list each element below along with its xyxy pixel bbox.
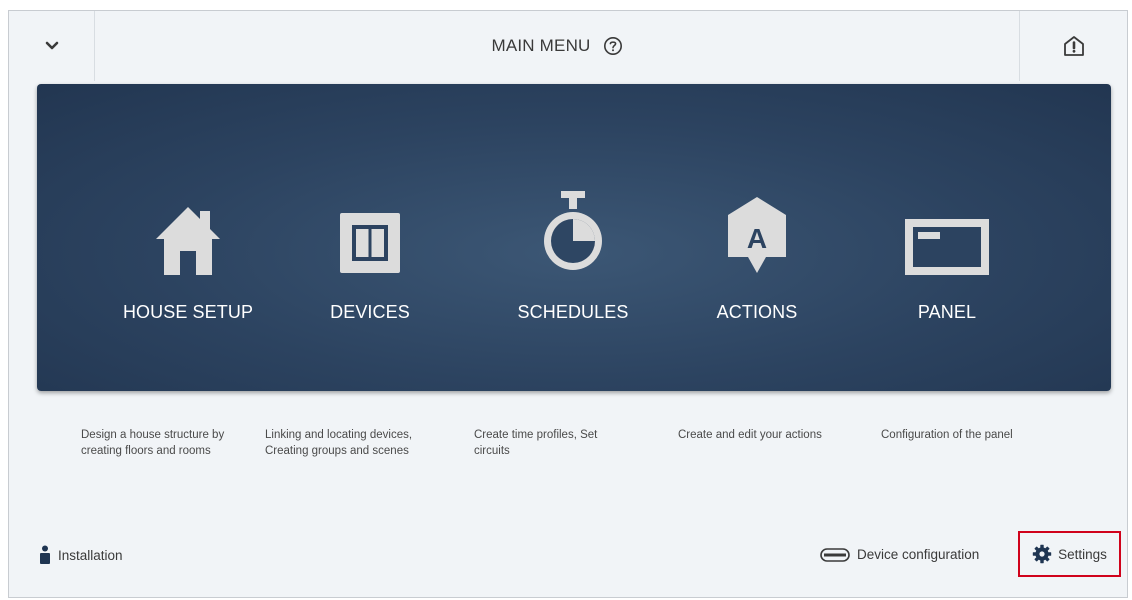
- description-house-setup: Design a house structure by creating flo…: [81, 429, 225, 457]
- description-schedules: Create time profiles, Set circuits: [474, 429, 598, 457]
- tile-label: HOUSE SETUP: [122, 302, 254, 322]
- help-circle-icon[interactable]: [603, 36, 623, 56]
- svg-text:A: A: [747, 223, 767, 254]
- device-configuration-link[interactable]: Device configuration: [820, 547, 979, 562]
- tile-panel[interactable]: PANEL: [857, 84, 1037, 391]
- tile-devices[interactable]: DEVICES: [280, 84, 460, 391]
- tile-house-setup[interactable]: HOUSE SETUP: [98, 84, 278, 391]
- alert-button[interactable]: [1019, 11, 1127, 81]
- person-icon: [40, 545, 50, 564]
- collapse-menu-button[interactable]: [9, 11, 95, 81]
- tile-label: DEVICES: [330, 302, 410, 322]
- tile-label: PANEL: [917, 302, 977, 322]
- settings-label: Settings: [1058, 546, 1107, 562]
- chevron-down-icon: [45, 41, 58, 50]
- tile-actions[interactable]: A ACTIONS: [667, 84, 847, 391]
- house-alert-icon: [1063, 36, 1084, 56]
- gear-icon: [1032, 544, 1052, 564]
- header-title-area: MAIN MENU: [95, 11, 1019, 81]
- description-actions: Create and edit your actions: [678, 429, 822, 441]
- description-panel: Configuration of the panel: [881, 429, 1013, 441]
- device-icon: [820, 547, 850, 562]
- action-tag-icon: A: [707, 189, 807, 279]
- device-configuration-label: Device configuration: [857, 547, 980, 562]
- stopwatch-icon: [523, 189, 623, 279]
- installation-label: Installation: [58, 547, 123, 563]
- tile-schedules[interactable]: SCHEDULES: [483, 84, 663, 391]
- panel-icon: [897, 189, 997, 279]
- app-window: MAIN MENU HOUSE SETUP DEVICES SCHEDULES …: [8, 10, 1128, 598]
- main-menu-panel: HOUSE SETUP DEVICES SCHEDULES A ACTIONS …: [37, 84, 1111, 391]
- settings-button[interactable]: Settings: [1018, 531, 1121, 577]
- description-devices: Linking and locating devices, Creating g…: [265, 429, 413, 457]
- header-bar: MAIN MENU: [9, 11, 1127, 81]
- switch-panel-icon: [320, 189, 420, 279]
- page-title: MAIN MENU: [491, 36, 591, 55]
- tile-label: ACTIONS: [716, 302, 798, 322]
- house-icon: [138, 189, 238, 279]
- tile-label: SCHEDULES: [517, 302, 629, 322]
- installation-link[interactable]: Installation: [39, 545, 123, 565]
